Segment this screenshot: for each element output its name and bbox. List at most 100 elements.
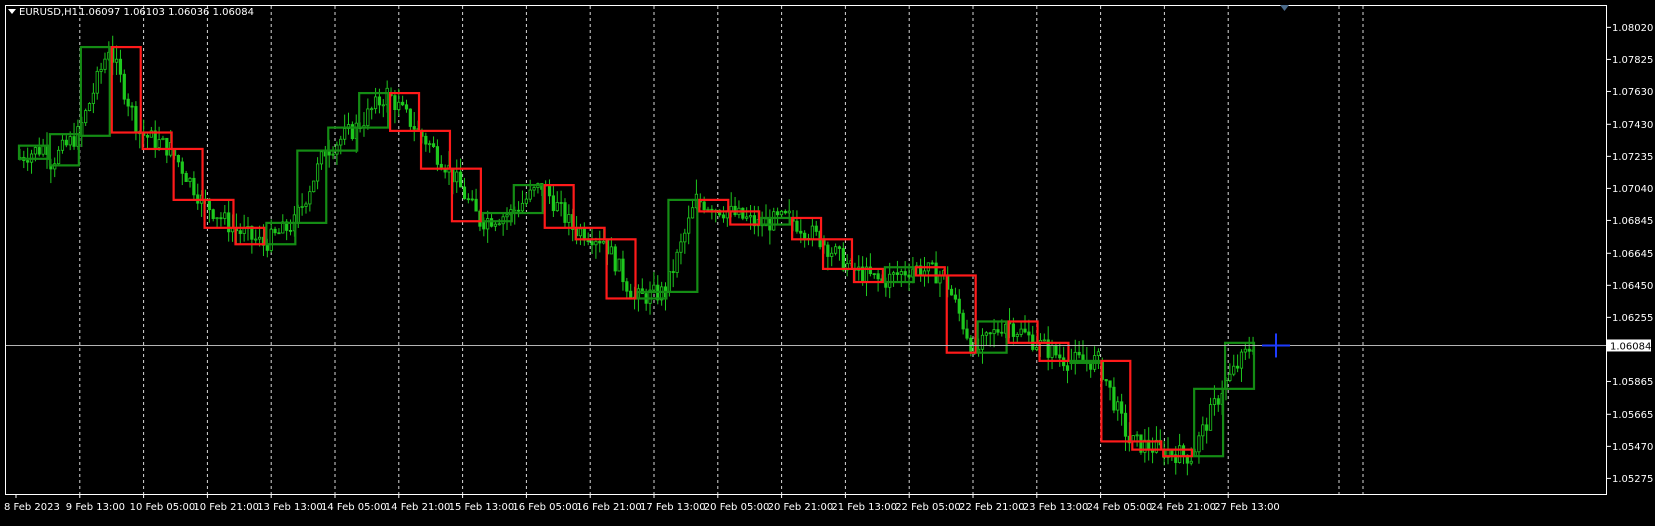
candle-body (258, 236, 262, 240)
candle-body (1050, 345, 1054, 358)
candle-body (435, 146, 440, 165)
candle-body (431, 143, 436, 147)
candle-body (826, 244, 830, 257)
candle-body (1096, 351, 1101, 356)
candle-body (953, 294, 958, 300)
candle-body (775, 211, 780, 216)
candle-body (176, 155, 181, 163)
candle-body (907, 274, 911, 278)
x-tick-label: 27 Feb 13:00 (1214, 502, 1280, 513)
y-tick-label: 1.05865 (1612, 377, 1653, 388)
candle-body (192, 177, 196, 196)
candle-body (984, 332, 988, 336)
candle-body (505, 214, 509, 218)
candle-body (563, 202, 567, 223)
x-tick-label: 20 Feb 21:00 (768, 502, 834, 513)
candle-body (134, 106, 138, 132)
x-tick-label: 22 Feb 21:00 (959, 502, 1025, 513)
candle-body (1108, 380, 1112, 388)
candle-body (795, 220, 799, 232)
chart-window[interactable]: 1.06084 1.08020 1.07825 1.07630 1.07430 1.07… (0, 0, 1655, 522)
candle-body (1201, 424, 1205, 437)
candle-body (1243, 348, 1247, 353)
candle-body (814, 225, 818, 232)
candle-body (992, 329, 996, 335)
candle-body (227, 212, 231, 233)
price-chart[interactable]: 1.06084 1.08020 1.07825 1.07630 1.07430 1.07… (0, 0, 1655, 522)
candle-body (486, 218, 490, 230)
candle-body (118, 58, 123, 75)
candle-body (602, 240, 606, 244)
candle-body (319, 151, 324, 165)
candle-body (343, 128, 347, 140)
y-tick-label: 1.07825 (1612, 55, 1653, 66)
candle-body (308, 191, 312, 205)
candle-body (830, 252, 834, 257)
candle-body (165, 137, 169, 156)
candle-body (428, 143, 432, 146)
candle-body (957, 298, 961, 314)
candle-body (598, 241, 602, 244)
candle-body (652, 284, 656, 291)
candle-body (215, 217, 219, 220)
candle-body (184, 172, 188, 182)
candle-body (408, 108, 412, 127)
symbol-label: EURUSD,H1 (19, 7, 78, 18)
candle-body (1205, 424, 1209, 431)
current-price-label: 1.06084 (1610, 341, 1651, 352)
candle-body (64, 139, 68, 146)
candle-body (497, 223, 501, 226)
candle-body (412, 126, 416, 130)
candle-body (373, 96, 378, 110)
candle-body (996, 329, 1000, 333)
y-tick-label: 1.06450 (1612, 281, 1653, 292)
x-tick-label: 20 Feb 05:00 (704, 502, 770, 513)
candle-body (370, 108, 374, 111)
candle-body (1208, 404, 1213, 431)
candle-body (72, 136, 76, 147)
candle-body (524, 198, 528, 204)
candle-body (810, 225, 814, 240)
candle-body (783, 210, 787, 214)
candle-body (277, 232, 281, 235)
candle-body (1239, 351, 1244, 369)
candle-body (876, 273, 880, 280)
candle-body (567, 214, 571, 223)
candle-body (617, 258, 621, 272)
candle-body (33, 147, 37, 155)
y-tick-label: 1.07235 (1612, 152, 1653, 163)
y-tick-label: 1.08020 (1612, 23, 1653, 34)
candle-body (899, 271, 903, 275)
candle-body (1058, 354, 1062, 359)
candle-body (833, 246, 838, 254)
candle-body (1178, 445, 1182, 463)
candle-body (41, 145, 45, 155)
candle-body (397, 101, 401, 111)
x-tick-label: 23 Feb 13:00 (1023, 502, 1089, 513)
candle-body (559, 202, 563, 204)
candle-body (331, 153, 335, 156)
candle-body (269, 228, 273, 251)
candle-body (578, 228, 583, 237)
candle-body (145, 135, 150, 138)
candle-body (466, 198, 470, 201)
candle-body (1000, 331, 1004, 334)
candle-body (130, 105, 134, 108)
candle-body (493, 223, 498, 227)
candle-body (799, 230, 803, 234)
candle-body (84, 110, 88, 124)
candle-body (1120, 401, 1124, 414)
candle-body (516, 209, 521, 212)
candle-body (1123, 412, 1128, 437)
candle-body (404, 104, 409, 110)
candle-body (339, 138, 343, 146)
candle-body (1228, 373, 1232, 381)
candle-body (312, 180, 316, 193)
x-tick-label: 16 Feb 21:00 (576, 502, 642, 513)
candle-body (242, 227, 246, 234)
candle-body (555, 202, 559, 212)
x-tick-label: 24 Feb 21:00 (1150, 502, 1216, 513)
candle-body (891, 272, 896, 275)
candle-body (980, 334, 985, 350)
y-tick-label: 1.06255 (1612, 313, 1653, 324)
